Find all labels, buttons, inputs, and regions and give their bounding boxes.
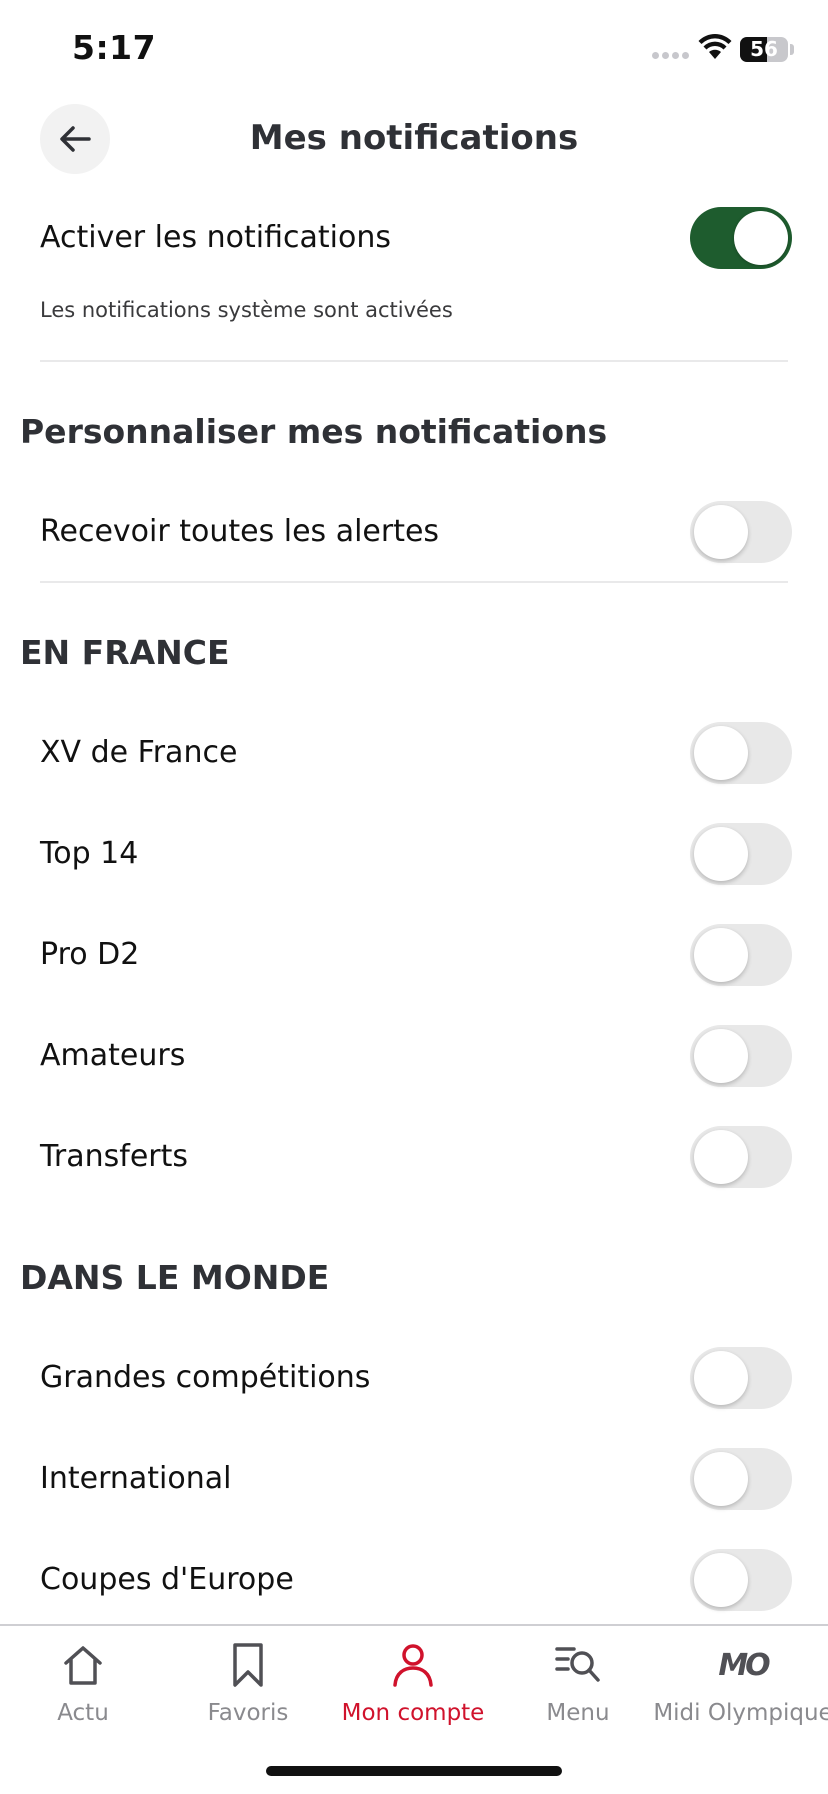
- tab-actu[interactable]: Actu: [0, 1640, 166, 1726]
- user-icon: [393, 1644, 433, 1687]
- battery-icon: 56: [740, 37, 788, 62]
- all-alerts-toggle[interactable]: [690, 501, 792, 563]
- coupes-d-europe-label: Coupes d'Europe: [40, 1562, 294, 1597]
- pro-d2-toggle[interactable]: [690, 924, 792, 986]
- tab-label: Actu: [57, 1700, 109, 1726]
- system-notifications-status: Les notifications système sont activées: [40, 298, 453, 322]
- transferts-label: Transferts: [40, 1139, 189, 1174]
- xv-de-france-toggle[interactable]: [690, 722, 792, 784]
- top-14-label: Top 14: [40, 836, 139, 871]
- divider: [40, 360, 788, 362]
- divider: [40, 581, 788, 583]
- tab-menu[interactable]: Menu: [495, 1640, 661, 1726]
- transferts-toggle[interactable]: [690, 1126, 792, 1188]
- tab-midi-olympique[interactable]: MO Midi Olympique: [653, 1640, 828, 1727]
- toggle-knob: [694, 1029, 748, 1083]
- world-section-title: DANS LE MONDE: [20, 1258, 330, 1297]
- home-icon: [64, 1646, 102, 1685]
- toggle-knob: [694, 928, 748, 982]
- enable-notifications-label: Activer les notifications: [40, 220, 391, 255]
- amateurs-label: Amateurs: [40, 1038, 186, 1073]
- battery-level: 56: [750, 37, 778, 61]
- page-title: Mes notifications: [249, 118, 579, 158]
- amateurs-toggle[interactable]: [690, 1025, 792, 1087]
- wifi-icon: [698, 34, 732, 59]
- france-section-title: EN FRANCE: [20, 633, 230, 672]
- toggle-knob: [694, 1452, 748, 1506]
- coupes-d-europe-toggle[interactable]: [690, 1549, 792, 1611]
- mo-logo-icon: MO: [718, 1647, 770, 1683]
- toggle-knob: [694, 1351, 748, 1405]
- battery-cap: [790, 44, 794, 55]
- all-alerts-label: Recevoir toutes les alertes: [40, 514, 440, 549]
- toggle-knob: [694, 505, 748, 559]
- menu-search-icon: [555, 1647, 600, 1682]
- tab-label: Menu: [546, 1700, 610, 1726]
- top-14-toggle[interactable]: [690, 823, 792, 885]
- tab-label: Favoris: [207, 1700, 289, 1726]
- tab-label: Mon compte: [341, 1700, 485, 1726]
- toggle-knob: [734, 211, 788, 265]
- international-label: International: [40, 1461, 232, 1496]
- cellular-signal-icon: [652, 52, 689, 59]
- toggle-knob: [694, 827, 748, 881]
- xv-de-france-label: XV de France: [40, 735, 238, 770]
- toggle-knob: [694, 1553, 748, 1607]
- tab-mon-compte[interactable]: Mon compte: [330, 1640, 496, 1726]
- tab-label: Midi Olympique: [653, 1700, 828, 1726]
- grandes-competitions-label: Grandes compétitions: [40, 1360, 371, 1395]
- pro-d2-label: Pro D2: [40, 937, 140, 972]
- bookmark-icon: [233, 1643, 263, 1687]
- enable-notifications-toggle[interactable]: [690, 207, 792, 269]
- international-toggle[interactable]: [690, 1448, 792, 1510]
- personalize-section-title: Personnaliser mes notifications: [20, 412, 608, 451]
- grandes-competitions-toggle[interactable]: [690, 1347, 792, 1409]
- tab-favoris[interactable]: Favoris: [165, 1640, 331, 1726]
- status-time: 5:17: [72, 28, 157, 67]
- toggle-knob: [694, 726, 748, 780]
- toggle-knob: [694, 1130, 748, 1184]
- home-indicator: [266, 1766, 562, 1776]
